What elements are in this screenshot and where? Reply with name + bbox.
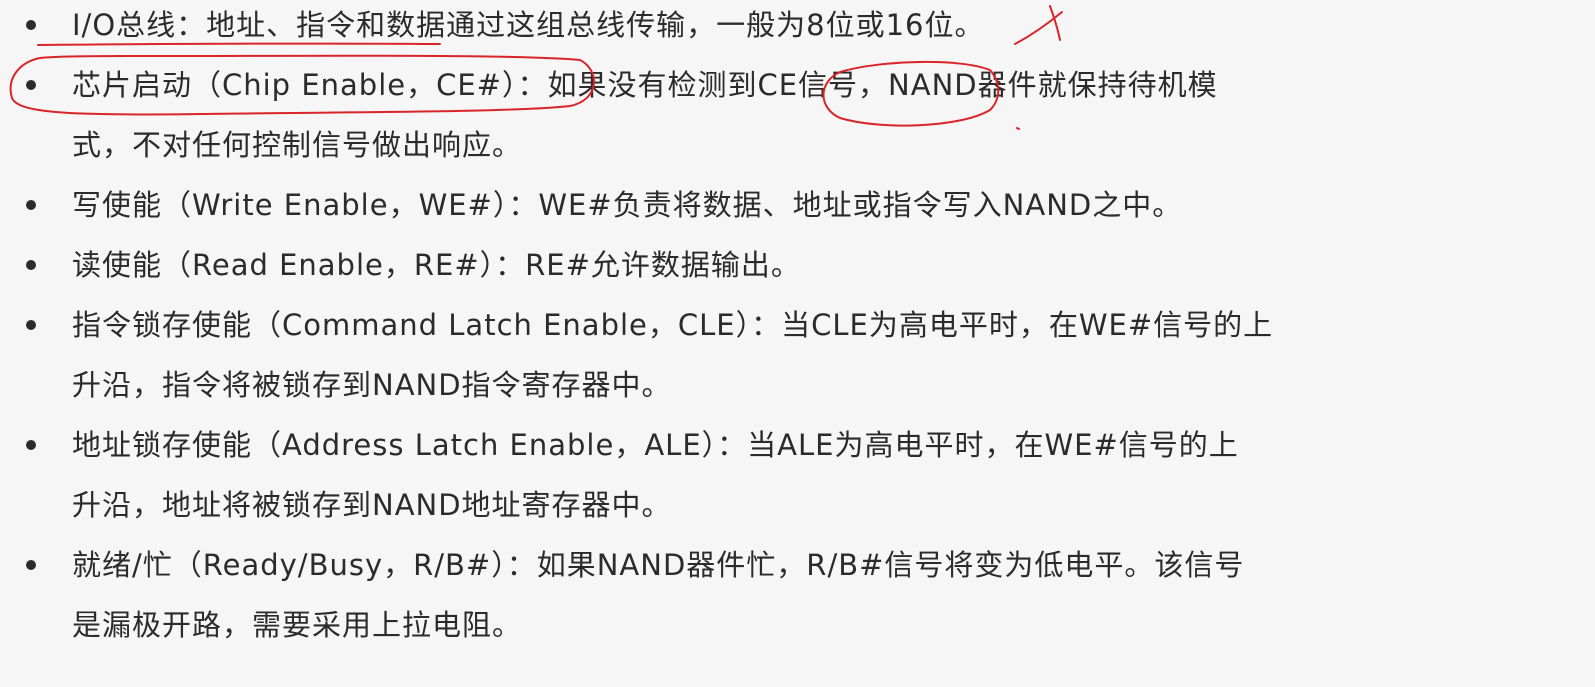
bullet-dot [26,560,36,570]
bullet-dot [26,80,36,90]
bullet-dot [26,200,36,210]
bullet-list: I/O总线：地址、指令和数据通过这组总线传输，一般为8位或16位。 芯片启动（C… [0,0,1595,687]
bullet-item-command-latch: 指令锁存使能（Command Latch Enable，CLE）：当CLE为高电… [72,308,1274,342]
bullet-item-read-enable: 读使能（Read Enable，RE#）：RE#允许数据输出。 [72,248,801,282]
bullet-dot [26,320,36,330]
bullet-item-ready-busy: 就绪/忙（Ready/Busy，R/B#）：如果NAND器件忙，R/B#信号将变… [72,548,1245,582]
bullet-dot [26,440,36,450]
bullet-item-chip-enable: 芯片启动（Chip Enable，CE#）：如果没有检测到CE信号，NAND器件… [72,68,1218,102]
bullet-item-command-latch-cont: 升沿，指令将被锁存到NAND指令寄存器中。 [72,368,672,402]
bullet-item-ready-busy-cont: 是漏极开路，需要采用上拉电阻。 [72,608,523,642]
slide: I/O总线：地址、指令和数据通过这组总线传输，一般为8位或16位。 芯片启动（C… [0,0,1595,687]
bullet-dot [26,260,36,270]
bullet-item-chip-enable-cont: 式，不对任何控制信号做出响应。 [72,128,523,162]
bullet-item-write-enable: 写使能（Write Enable，WE#）：WE#负责将数据、地址或指令写入NA… [72,188,1183,222]
bullet-dot [26,20,36,30]
bullet-item-address-latch-cont: 升沿，地址将被锁存到NAND地址寄存器中。 [72,488,672,522]
bullet-item-address-latch: 地址锁存使能（Address Latch Enable，ALE）：当ALE为高电… [72,428,1239,462]
bullet-item-io-bus: I/O总线：地址、指令和数据通过这组总线传输，一般为8位或16位。 [72,8,985,42]
